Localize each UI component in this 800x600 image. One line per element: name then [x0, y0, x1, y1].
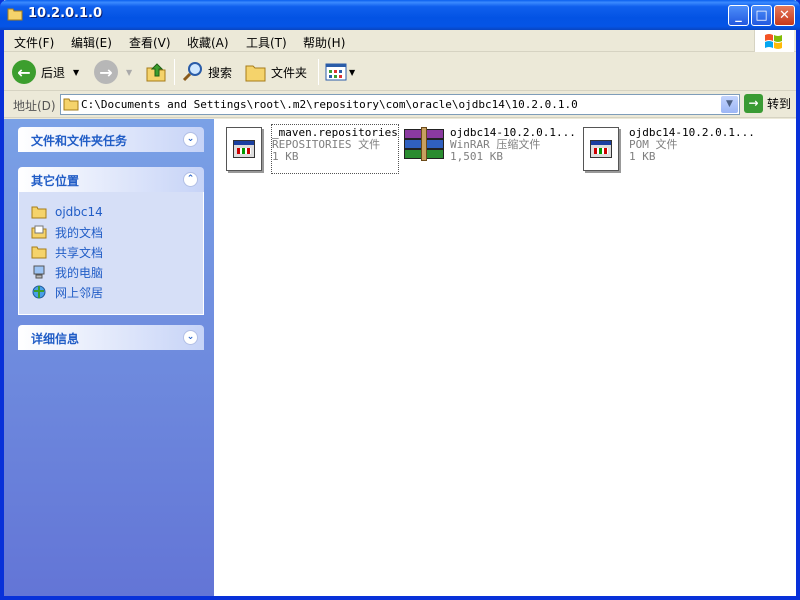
toolbar-separator — [174, 59, 175, 85]
place-label: 我的文档 — [55, 225, 104, 240]
menu-tools[interactable]: 工具(T) — [246, 34, 287, 51]
task-pane: 文件和文件夹任务 ⌄ 其它位置 ⌃ ojdbc14 我的文档 共享文档 我的电脑… — [4, 119, 214, 596]
address-dropdown-icon[interactable]: ▼ — [721, 96, 738, 113]
file-details: _maven.repositories REPOSITORIES 文件 1 KB — [271, 124, 399, 174]
close-button[interactable]: ✕ — [774, 5, 795, 26]
menu-view[interactable]: 查看(V) — [129, 34, 171, 51]
place-my-computer[interactable]: 我的电脑 — [31, 262, 203, 282]
folders-icon — [245, 65, 266, 82]
winrar-archive-icon — [402, 125, 444, 173]
details-panel: 详细信息 ⌄ — [18, 325, 204, 350]
up-folder-button[interactable] — [144, 59, 168, 85]
panel-title: 其它位置 — [31, 174, 80, 188]
address-path: C:\Documents and Settings\root\.m2\repos… — [81, 98, 578, 111]
menu-file[interactable]: 文件(F) — [14, 34, 54, 51]
windows-logo-icon — [754, 30, 794, 52]
place-label: 我的电脑 — [55, 265, 104, 280]
panel-header[interactable]: 详细信息 ⌄ — [18, 325, 204, 350]
forward-dropdown-icon[interactable]: ▼ — [126, 68, 132, 77]
place-label: 共享文档 — [55, 245, 104, 260]
place-label: 网上邻居 — [55, 285, 104, 300]
folder-icon — [7, 8, 23, 21]
place-label: ojdbc14 — [55, 205, 103, 219]
place-ojdbc14[interactable]: ojdbc14 — [31, 202, 203, 222]
folders-label: 文件夹 — [271, 65, 308, 80]
address-bar: 地址(D) C:\Documents and Settings\root\.m2… — [4, 92, 796, 118]
title-bar[interactable]: 10.2.0.1.0 _ □ ✕ — [0, 0, 800, 30]
go-label: 转到 — [767, 97, 792, 111]
menu-help[interactable]: 帮助(H) — [303, 34, 345, 51]
minimize-button[interactable]: _ — [728, 5, 749, 26]
back-label: 后退 — [41, 65, 66, 80]
place-network[interactable]: 网上邻居 — [31, 282, 203, 302]
file-size: 1 KB — [272, 150, 299, 163]
window-title: 10.2.0.1.0 — [28, 6, 103, 21]
forward-button[interactable]: → ▼ — [94, 59, 132, 85]
file-item[interactable]: ojdbc14-10.2.0.1... POM 文件 1 KB — [581, 125, 755, 173]
folder-icon — [31, 206, 47, 219]
file-size: 1,501 KB — [450, 150, 503, 163]
maximize-button[interactable]: □ — [751, 5, 772, 26]
toolbar-separator — [318, 59, 319, 85]
panel-title: 详细信息 — [31, 332, 80, 346]
go-arrow-icon: → — [744, 94, 763, 113]
search-icon — [182, 62, 202, 82]
generic-file-icon — [224, 125, 266, 173]
views-button[interactable]: ▼ — [325, 59, 355, 85]
up-folder-icon — [146, 63, 166, 82]
other-places-panel: 其它位置 ⌃ ojdbc14 我的文档 共享文档 我的电脑 网上邻居 — [18, 167, 204, 315]
file-item[interactable]: _maven.repositories REPOSITORIES 文件 1 KB — [224, 124, 399, 174]
address-label: 地址(D) — [13, 99, 56, 113]
address-input[interactable]: C:\Documents and Settings\root\.m2\repos… — [60, 94, 740, 115]
file-list-view[interactable]: _maven.repositories REPOSITORIES 文件 1 KB… — [214, 119, 796, 596]
file-details: ojdbc14-10.2.0.1... POM 文件 1 KB — [629, 125, 755, 173]
views-dropdown-icon[interactable]: ▼ — [349, 68, 355, 77]
folder-icon — [31, 246, 47, 259]
place-my-documents[interactable]: 我的文档 — [31, 222, 203, 242]
file-size: 1 KB — [629, 150, 656, 163]
generic-file-icon — [581, 125, 623, 173]
toolbar: ← 后退 ▼ → ▼ 搜索 文件夹 ▼ — [4, 53, 796, 91]
menu-edit[interactable]: 编辑(E) — [71, 34, 112, 51]
computer-icon — [33, 265, 45, 279]
panel-header[interactable]: 其它位置 ⌃ — [18, 167, 204, 192]
file-item[interactable]: ojdbc14-10.2.0.1... WinRAR 压缩文件 1,501 KB — [402, 125, 576, 173]
go-button[interactable]: → 转到 — [744, 94, 791, 113]
back-dropdown-icon[interactable]: ▼ — [73, 68, 79, 77]
back-button[interactable]: ← 后退 ▼ — [12, 59, 79, 85]
search-button[interactable]: 搜索 — [181, 59, 232, 85]
panel-header[interactable]: 文件和文件夹任务 ⌄ — [18, 127, 204, 152]
my-documents-icon — [31, 225, 47, 239]
file-details: ojdbc14-10.2.0.1... WinRAR 压缩文件 1,501 KB — [450, 125, 576, 173]
folder-icon — [63, 98, 79, 111]
collapse-chevron-icon[interactable]: ⌃ — [183, 172, 198, 187]
back-arrow-icon: ← — [12, 60, 36, 84]
network-icon — [32, 285, 46, 299]
menu-favorites[interactable]: 收藏(A) — [187, 34, 229, 51]
expand-chevron-icon[interactable]: ⌄ — [183, 330, 198, 345]
place-shared-documents[interactable]: 共享文档 — [31, 242, 203, 262]
panel-body: ojdbc14 我的文档 共享文档 我的电脑 网上邻居 — [18, 192, 204, 315]
search-label: 搜索 — [208, 65, 233, 80]
menu-bar: 文件(F) 编辑(E) 查看(V) 收藏(A) 工具(T) 帮助(H) — [4, 30, 796, 52]
views-icon — [325, 63, 347, 81]
file-folder-tasks-panel: 文件和文件夹任务 ⌄ — [18, 127, 204, 152]
folders-button[interactable]: 文件夹 — [244, 59, 307, 85]
expand-chevron-icon[interactable]: ⌄ — [183, 132, 198, 147]
panel-title: 文件和文件夹任务 — [31, 134, 128, 148]
explorer-window: 10.2.0.1.0 _ □ ✕ 文件(F) 编辑(E) 查看(V) 收藏(A)… — [0, 0, 800, 600]
forward-arrow-icon: → — [94, 60, 118, 84]
